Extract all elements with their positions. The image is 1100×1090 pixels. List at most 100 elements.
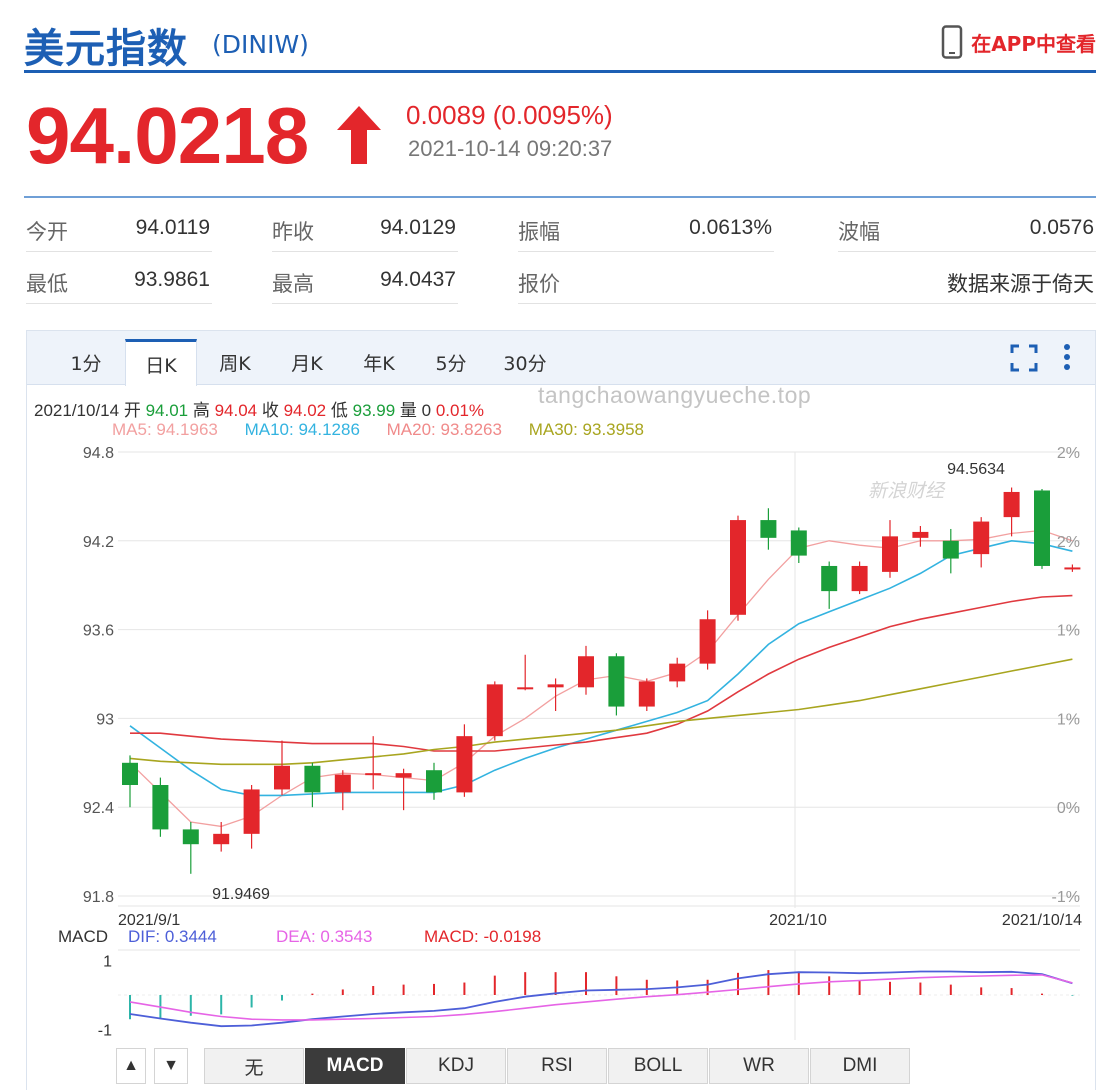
macd-value-legend: MACD: -0.0198 [424,927,542,946]
candle-body [942,540,959,559]
stat-prev-close-value: 94.0129 [380,216,456,239]
ohlc-date: 2021/10/14 [34,401,120,420]
tab-daily-k[interactable]: 日K [125,339,197,386]
stat-wave: 波幅 0.0576 [838,204,1096,252]
ohlc-high-label: 高 [192,401,210,420]
candle-body [912,531,929,538]
dif-legend: DIF: 0.3444 [128,927,217,946]
stat-high: 最高 94.0437 [272,256,458,304]
candle-body [456,736,473,793]
stat-high-label: 最高 [272,272,314,296]
candle-body [973,521,990,555]
pct-tick-label: 2% [1057,445,1080,462]
candle-body [547,684,564,688]
candle-body [1034,490,1050,566]
dif-line [129,970,1073,1028]
pct-tick-label: -1% [1052,889,1080,906]
ma-legend: MA5: 94.1963 MA10: 94.1286 MA20: 93.8263… [112,420,666,440]
scroll-down-button[interactable]: ▼ [154,1048,188,1084]
tab-1min[interactable]: 1分 [49,339,123,385]
tab-yearly-k[interactable]: 年K [343,339,415,385]
indicator-rsi[interactable]: RSI [507,1048,607,1084]
pct-tick-label: 2% [1057,534,1080,551]
indicator-macd[interactable]: MACD [305,1048,405,1084]
macd-tick-label: -1 [98,1023,112,1040]
title-row: 美元指数 (DINIW) 在APP中查看 [24,14,1096,72]
fullscreen-icon[interactable] [1009,343,1039,373]
indicator-wr[interactable]: WR [709,1048,809,1084]
candle-body [882,536,898,572]
candle-body [1003,491,1020,518]
x-tick-label: 2021/10 [769,912,827,929]
candle-body [304,765,321,793]
candle-body [699,619,716,664]
candle-body [486,684,503,737]
candle-body [578,656,594,688]
ohlc-close-label: 收 [261,401,279,420]
min-annotation: 91.9469 [212,886,270,903]
scroll-up-button[interactable]: ▲ [116,1048,146,1084]
price-divider [24,196,1096,198]
tab-weekly-k[interactable]: 周K [199,339,271,385]
ohlc-low: 93.99 [352,401,396,420]
up-arrow-icon [337,106,381,164]
candle-body [608,656,625,707]
candle-body [365,773,382,776]
macd-tick-label: 1 [103,953,112,970]
kline-chart[interactable]: 94.8 2% 94.2 2% 93.6 1% 93 1% 92.4 0% 91.8 -1% 2021/… [0,440,1100,1044]
indicator-dmi[interactable]: DMI [810,1048,910,1084]
period-tabbar: 1分 日K 周K 月K 年K 5分 30分 [27,331,1095,386]
ma10-line [129,539,1073,797]
stat-wave-value: 0.0576 [1029,216,1094,239]
ohlc-close: 94.02 [283,401,327,420]
candle-body [638,681,655,707]
candle-body [669,663,686,682]
index-code: (DINIW) [212,30,309,59]
indicator-kdj[interactable]: KDJ [406,1048,506,1084]
index-title: 美元指数 [24,26,188,72]
ohlc-high: 94.04 [214,401,258,420]
pct-tick-label: 0% [1057,800,1080,817]
max-annotation: 94.5634 [947,461,1005,478]
stat-high-value: 94.0437 [380,268,456,291]
title-divider [24,70,1096,73]
candle-body [730,520,746,615]
site-watermark: tangchaowangyueche.top [538,382,812,408]
tab-monthly-k[interactable]: 月K [271,339,343,385]
stat-open-value: 94.0119 [135,216,210,239]
indicator-boll[interactable]: BOLL [608,1048,708,1084]
ohlc-open: 94.01 [145,401,189,420]
more-vertical-icon[interactable] [1061,343,1073,373]
phone-icon [941,25,963,59]
stat-open: 今开 94.0119 [26,204,212,252]
ohlc-vol-label: 量 [399,401,417,420]
x-tick-label: 2021/10/14 [1002,912,1082,929]
tab-30min[interactable]: 30分 [487,339,563,385]
stat-amplitude-value: 0.0613% [689,216,772,239]
ohlc-low-label: 低 [330,401,348,420]
candle-body [821,565,838,592]
pct-tick-label: 1% [1057,623,1080,640]
pct-tick-label: 1% [1057,711,1080,728]
tab-5min[interactable]: 5分 [415,339,487,385]
open-in-app-link[interactable]: 在APP中查看 [941,24,1096,60]
stat-quote-label: 报价 [518,272,560,296]
candle-body [395,773,412,778]
ohlc-vol: 0 [421,401,432,420]
candle-body [122,762,138,785]
y-tick-label: 94.2 [83,534,114,551]
stat-prev-close: 昨收 94.0129 [272,204,458,252]
candle-body [760,520,777,538]
stat-prev-close-label: 昨收 [272,220,314,244]
candle-body [1064,567,1081,570]
candle-body [274,765,290,790]
candle-body [790,530,807,556]
indicator-none[interactable]: 无 [204,1048,304,1084]
ohlc-info: 2021/10/14 开 94.01 高 94.04 收 94.02 低 93.… [34,396,484,421]
quote-timestamp: 2021-10-14 09:20:37 [408,136,613,161]
candle-body [334,774,351,793]
candle-body [243,789,260,834]
ma20-line [130,594,1073,752]
ma20-legend: MA20: 93.8263 [386,420,502,439]
y-tick-label: 91.8 [83,889,114,906]
